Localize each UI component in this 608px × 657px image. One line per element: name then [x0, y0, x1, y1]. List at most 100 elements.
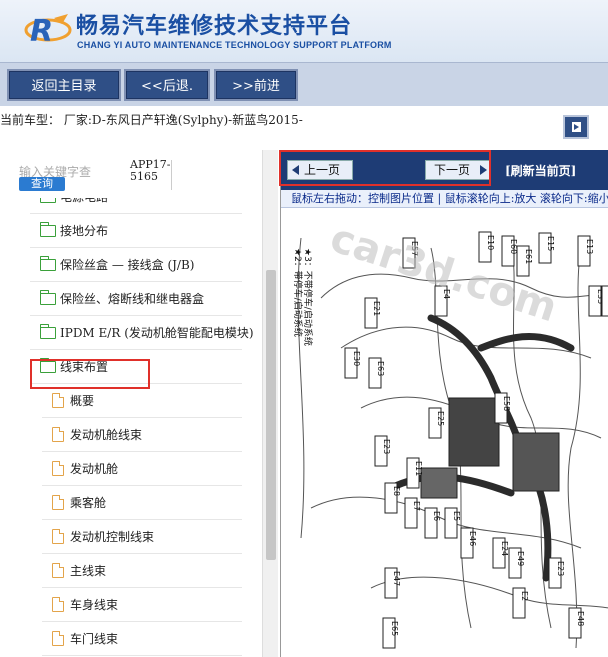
tree-page-item[interactable]: 车身线束	[42, 588, 242, 622]
folder-icon	[39, 222, 56, 237]
connector-label: E23	[382, 439, 391, 454]
tree-item-label: 发动机控制线束	[70, 530, 155, 544]
tree-page-item[interactable]: 发动机舱线束	[42, 418, 242, 452]
document-icon	[52, 597, 64, 612]
current-model: 当前车型： 厂家:D-东风日产轩逸(Sylphy)-新蓝鸟2015-	[0, 113, 303, 127]
connector-tag: E21	[364, 297, 381, 329]
tree-item-label: 主线束	[70, 564, 107, 578]
connector-label: E23	[556, 561, 565, 576]
toggle-panel-button[interactable]	[563, 115, 589, 139]
document-icon	[52, 529, 64, 544]
connector-tag: E49	[508, 547, 525, 579]
selection-highlight	[30, 359, 150, 389]
tree-item-label: 概要	[70, 394, 95, 408]
connector-label: E5	[452, 511, 461, 521]
tree-folder-item[interactable]: 接地分布	[30, 214, 242, 248]
viewer-hint: 鼠标左右拖动：控制图片位置 | 鼠标滚轮向上:放大 滚轮向下:缩小	[281, 190, 608, 208]
play-icon	[574, 124, 579, 130]
connector-label: E2	[520, 591, 529, 601]
tree-item-label: 保险丝、熔断线和继电器盒	[60, 292, 205, 306]
connector-label: E10	[486, 235, 495, 250]
connector-tag: E15	[538, 232, 555, 264]
document-icon	[52, 631, 64, 646]
connector-tag: E60	[501, 235, 518, 267]
connector-tag: E23	[548, 557, 565, 589]
document-icon	[52, 393, 64, 408]
app-id: APP17-5165	[130, 158, 171, 183]
connector-tag: E65	[382, 617, 399, 649]
connector-tag: E61	[516, 245, 533, 277]
connector-label: E8	[392, 486, 401, 496]
tree-item-label: 接地分布	[60, 224, 109, 238]
app-header: R 畅易汽车维修技术支持平台 CHANG YI AUTO MAINTENANCE…	[0, 0, 608, 62]
connector-tag: E30	[344, 347, 361, 379]
document-icon	[52, 461, 64, 476]
diagram-svg: E57E10E60E61E15E13E21E4E35E31E30E63E58E2…	[292, 215, 608, 649]
forward-button[interactable]: >>前进	[214, 69, 298, 101]
connector-tag: E23	[374, 435, 391, 467]
tree-page-item[interactable]: 发动机控制线束	[42, 520, 242, 554]
connector-tag: E5	[444, 507, 461, 539]
connector-tag: E31	[601, 285, 608, 317]
tree-page-item[interactable]: 主线束	[42, 554, 242, 588]
cy-logo-icon: R	[24, 14, 72, 49]
wiring-diagram[interactable]: E57E10E60E61E15E13E21E4E35E31E30E63E58E2…	[281, 208, 608, 657]
folder-icon	[39, 324, 56, 339]
connector-tag: E47	[384, 567, 401, 599]
brand-subtitle: CHANG YI AUTO MAINTENANCE TECHNOLOGY SUP…	[77, 40, 392, 50]
connector-label: E48	[576, 611, 585, 626]
connector-label: E13	[585, 239, 594, 254]
connector-tag: E13	[577, 235, 594, 267]
tree-item-label: 乘客舱	[70, 496, 107, 510]
connector-tag: E24	[492, 537, 509, 569]
tree-page-item[interactable]: 发动机舱	[42, 452, 242, 486]
connector-label: E46	[468, 531, 477, 546]
connector-tag: E8	[384, 482, 401, 514]
tree-item-label: 发动机舱	[70, 462, 119, 476]
connector-label: E63	[376, 361, 385, 376]
note-2: ★3：不带停车/启动系统	[302, 248, 314, 346]
back-button[interactable]: <<后退.	[124, 69, 210, 101]
query-button[interactable]: 查询	[19, 177, 65, 191]
tree-page-item[interactable]: 乘客舱	[42, 486, 242, 520]
connector-label: E47	[392, 571, 401, 586]
refresh-link[interactable]: [刷新当前页]	[505, 162, 576, 179]
document-icon	[52, 563, 64, 578]
tree-item-label: 车门线束	[70, 632, 119, 646]
home-button[interactable]: 返回主目录	[7, 69, 121, 101]
tree-item-label: 保险丝盒 — 接线盒 (J/B)	[60, 258, 195, 272]
connector-label: E58	[502, 396, 511, 411]
connector-tag: E25	[428, 407, 445, 439]
connector-label: E30	[352, 351, 361, 366]
tree-folder-item[interactable]: 保险丝、熔断线和继电器盒	[30, 282, 242, 316]
tree-folder-item[interactable]: IPDM E/R (发动机舱智能配电模块)	[30, 316, 254, 350]
connector-tag: E10	[478, 231, 495, 263]
connector-label: E25	[436, 411, 445, 426]
tree-item-label: IPDM E/R (发动机舱智能配电模块)	[60, 326, 254, 340]
document-icon	[52, 427, 64, 442]
tree-page-item[interactable]: 车门线束	[42, 622, 242, 656]
folder-icon	[40, 198, 56, 203]
tree-nav: 电源电路接地分布保险丝盒 — 接线盒 (J/B) 保险丝、熔断线和继电器盒 IPDM…	[0, 198, 262, 657]
svg-text:R: R	[30, 14, 53, 49]
tree-item-label: 车身线束	[70, 598, 119, 612]
connector-tag: E46	[460, 527, 477, 559]
connector-label: E6	[432, 511, 441, 521]
connector-label: E21	[372, 301, 381, 316]
tree-folder-item[interactable]: 保险丝盒 — 接线盒 (J/B)	[30, 248, 242, 282]
brand-title: 畅易汽车维修技术支持平台	[76, 14, 353, 39]
sidebar-scrollbar[interactable]	[262, 150, 278, 657]
connector-tag: E7	[404, 497, 421, 529]
scroll-thumb[interactable]	[266, 270, 276, 560]
connector-label: E24	[500, 541, 509, 556]
tree-folder-item[interactable]: 电源电路	[30, 198, 242, 214]
nav-highlight	[279, 150, 491, 186]
tree-item-label: 电源电路	[60, 198, 108, 214]
connector-label: E49	[516, 551, 525, 566]
connector-label: E65	[390, 621, 399, 636]
connector-label: E61	[524, 249, 533, 264]
connector-tag: E63	[368, 357, 385, 389]
tree-page-item[interactable]: 概要	[42, 384, 242, 418]
connector-label: E15	[546, 236, 555, 251]
tree-item-label: 发动机舱线束	[70, 428, 143, 442]
